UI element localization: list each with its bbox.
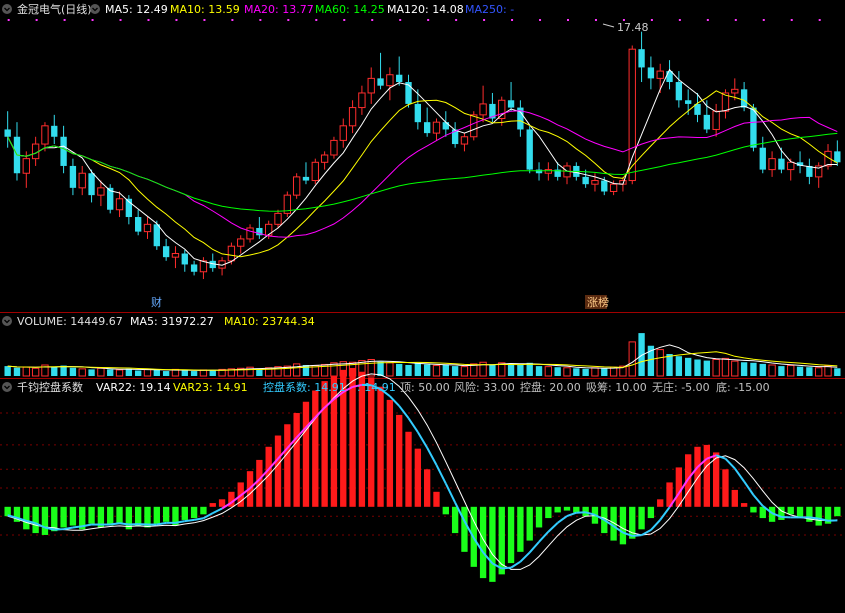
volume-ma10-label: MA10: 23744.34 [224, 315, 315, 328]
stock-name: 金冠电气(日线) [17, 2, 92, 16]
indicator-name: 千钧控盘系数 [17, 380, 83, 394]
ma10-label: MA10: 13.59 [170, 3, 240, 16]
level-bottom-label: 底: -15.00 [716, 380, 770, 394]
chevron-down-icon[interactable] [2, 316, 12, 326]
level-nobanker-label: 无庄: -5.00 [652, 380, 710, 394]
ma5-label: MA5: 12.49 [105, 3, 168, 16]
chevron-down-icon[interactable] [2, 4, 12, 14]
volume-label: VOLUME: 14449.67 [17, 315, 123, 328]
volume-ma5-label: MA5: 31972.27 [130, 315, 214, 328]
control-coef-label: 控盘系数: 14.91 [263, 380, 346, 394]
chevron-down-icon[interactable] [2, 382, 12, 392]
ma20-label: MA20: 13.77 [244, 3, 314, 16]
var23-label: VAR23: 14.91 [173, 381, 248, 394]
level-accumulate-label: 吸筹: 10.00 [586, 380, 647, 394]
level-control-label: 控盘: 20.00 [520, 380, 581, 394]
var22-label: VAR22: 19.14 [96, 381, 171, 394]
chart-window: 17.48 财 涨榜 金冠电气(日线) MA5: 12.49 MA10: 13.… [0, 0, 845, 613]
main-legend: 金冠电气(日线) [17, 2, 92, 16]
level-risk-label: 风险: 33.00 [454, 380, 515, 394]
legend-overlay: 金冠电气(日线) MA5: 12.49 MA10: 13.59 MA20: 13… [2, 2, 770, 394]
control-coef-value: : 14.91 [357, 381, 396, 394]
level-top-label: 顶: 50.00 [400, 381, 450, 394]
chevron-down-icon[interactable] [90, 4, 100, 14]
ma250-label: MA250: - [465, 3, 514, 16]
ma60-label: MA60: 14.25 [315, 3, 385, 16]
ma120-label: MA120: 14.08 [387, 3, 464, 16]
